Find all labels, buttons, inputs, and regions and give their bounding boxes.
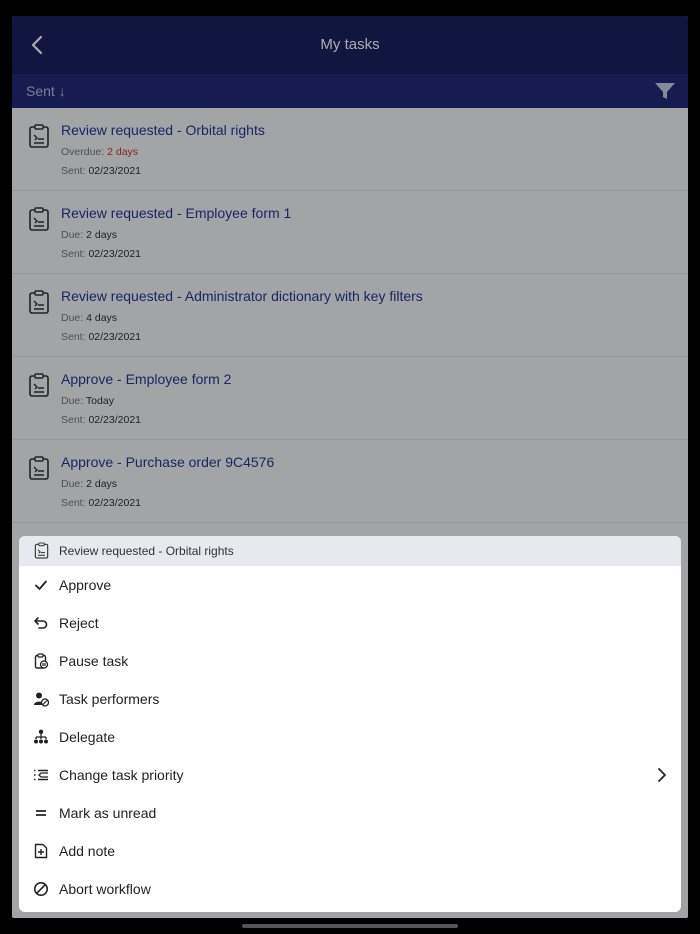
pause-task-icon [34,653,49,669]
priority-icon [34,769,48,781]
app-screen: My tasks Sent ↓ Review requested - Orbit… [12,16,688,918]
delegate-icon [34,729,48,744]
abort-icon [34,882,48,896]
menu-item-task-performers[interactable]: Task performers [19,680,681,718]
performers-icon [34,692,49,707]
task-clipboard-icon [34,542,49,559]
chevron-right-icon [658,768,666,782]
menu-item-approve[interactable]: Approve [19,566,681,604]
add-note-icon [34,843,48,859]
menu-item-abort-workflow[interactable]: Abort workflow [19,870,681,908]
menu-item-pause-task[interactable]: Pause task [19,642,681,680]
check-icon [35,580,47,590]
undo-icon [34,617,48,629]
equals-icon [36,810,46,816]
task-context-menu: Review requested - Orbital rights Approv… [19,536,681,912]
context-menu-title: Review requested - Orbital rights [59,544,234,558]
menu-item-delegate[interactable]: Delegate [19,718,681,756]
menu-item-mark-as-unread[interactable]: Mark as unread [19,794,681,832]
home-indicator [242,924,458,928]
menu-item-reject[interactable]: Reject [19,604,681,642]
context-menu-header: Review requested - Orbital rights [19,536,681,566]
menu-item-add-note[interactable]: Add note [19,832,681,870]
menu-item-change-task-priority[interactable]: Change task priority [19,756,681,794]
